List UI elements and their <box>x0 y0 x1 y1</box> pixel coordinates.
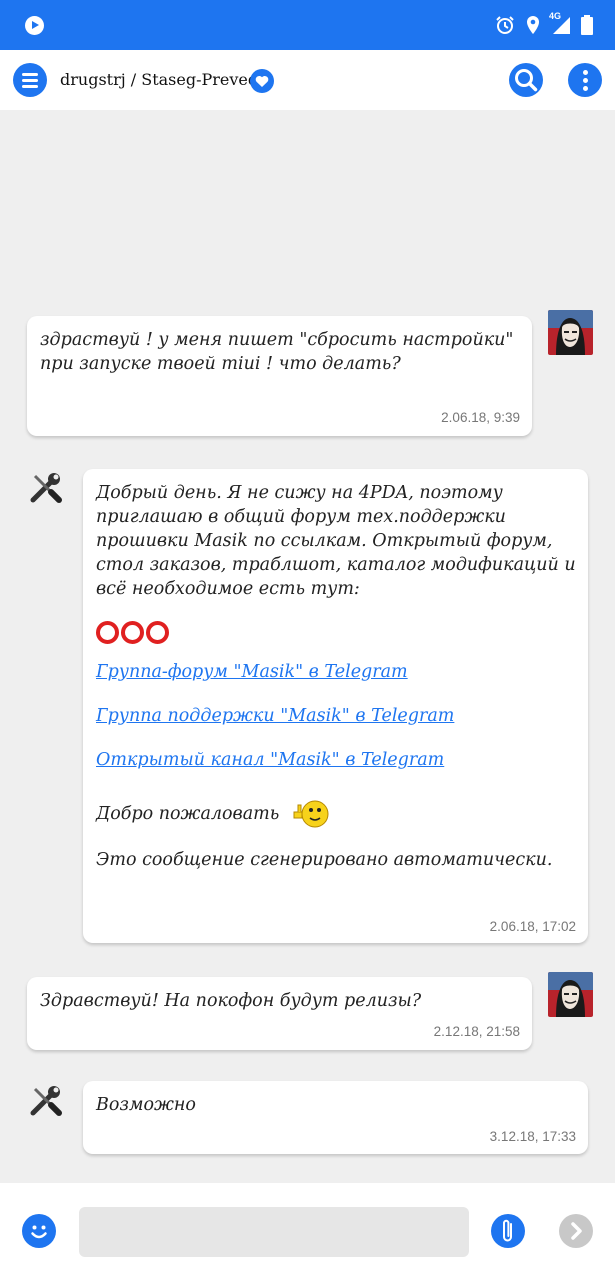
send-button[interactable] <box>559 1214 593 1248</box>
link-open-channel[interactable]: Открытый канал "Masik" в Telegram <box>96 750 444 770</box>
link-forum-group[interactable]: Группа-форум "Masik" в Telegram <box>96 662 408 682</box>
link-support-group[interactable]: Группа поддержки "Masik" в Telegram <box>96 706 454 726</box>
message-text: Возможно <box>96 1095 196 1115</box>
message-bubble: Добрый день. Я не сижу на 4PDA, поэтому … <box>83 469 588 943</box>
message-text: Добрый день. Я не сижу на 4PDA, поэтому … <box>96 483 576 599</box>
more-dot <box>583 78 588 83</box>
play-icon <box>25 16 44 35</box>
message-date: 2.06.18, 9:39 <box>441 410 520 425</box>
smiley-icon <box>31 1225 47 1239</box>
wrench-screwdriver-icon <box>30 1086 62 1116</box>
more-dot <box>583 86 588 91</box>
menu-button[interactable] <box>13 63 47 97</box>
battery-icon <box>581 15 593 35</box>
hamburger-line <box>22 85 38 88</box>
composer-bar <box>0 1183 615 1280</box>
mask-avatar-icon <box>548 972 593 1017</box>
message-date: 3.12.18, 17:33 <box>489 1129 576 1144</box>
network-type-label: 4G <box>549 11 562 21</box>
tools-avatar[interactable] <box>27 1083 63 1119</box>
mask-avatar-icon <box>548 310 593 355</box>
more-vertical-icon <box>583 70 588 75</box>
message-text: здраствуй ! у меня пишет "сбросить настр… <box>40 330 514 374</box>
page-title: drugstrj / Staseg-Preved <box>60 70 259 89</box>
message-bubble: Здравствуй! На покофон будут релизы? 2.1… <box>27 977 532 1050</box>
message-input[interactable] <box>79 1207 469 1257</box>
message-date: 2.12.18, 21:58 <box>433 1024 520 1039</box>
search-icon <box>515 69 538 92</box>
circle-icon <box>121 621 144 644</box>
hamburger-line <box>22 79 38 82</box>
attach-button[interactable] <box>491 1214 525 1248</box>
chevron-right-icon <box>571 1222 582 1240</box>
alarm-icon <box>495 15 515 35</box>
thumbs-up-smiley-icon <box>291 792 331 836</box>
signal-icon: 4G <box>549 11 571 35</box>
tools-avatar[interactable] <box>27 470 63 506</box>
app-bar: drugstrj / Staseg-Preved <box>0 50 615 110</box>
heart-icon <box>255 75 269 87</box>
circle-icon <box>146 621 169 644</box>
red-circles-emoji <box>96 621 574 644</box>
wrench-screwdriver-icon <box>30 473 62 503</box>
message-bubble: Возможно 3.12.18, 17:33 <box>83 1081 588 1154</box>
user-avatar[interactable] <box>548 310 593 355</box>
paperclip-icon <box>503 1219 512 1242</box>
status-bar: 4G <box>0 0 615 50</box>
welcome-text: Добро пожаловать <box>96 804 280 824</box>
message-bubble: здраствуй ! у меня пишет "сбросить настр… <box>27 316 532 436</box>
more-options-button[interactable] <box>568 63 602 97</box>
message-text: Здравствуй! На покофон будут релизы? <box>40 991 422 1011</box>
location-icon <box>525 15 541 35</box>
status-icons: 4G <box>495 11 593 36</box>
search-button[interactable] <box>509 63 543 97</box>
emoji-button[interactable] <box>22 1214 56 1248</box>
auto-generated-note: Это сообщение сгенерировано автоматическ… <box>96 850 553 870</box>
hamburger-icon <box>22 73 38 76</box>
user-avatar[interactable] <box>548 972 593 1017</box>
favorite-button[interactable] <box>250 69 274 93</box>
circle-icon <box>96 621 119 644</box>
message-date: 2.06.18, 17:02 <box>489 919 576 934</box>
